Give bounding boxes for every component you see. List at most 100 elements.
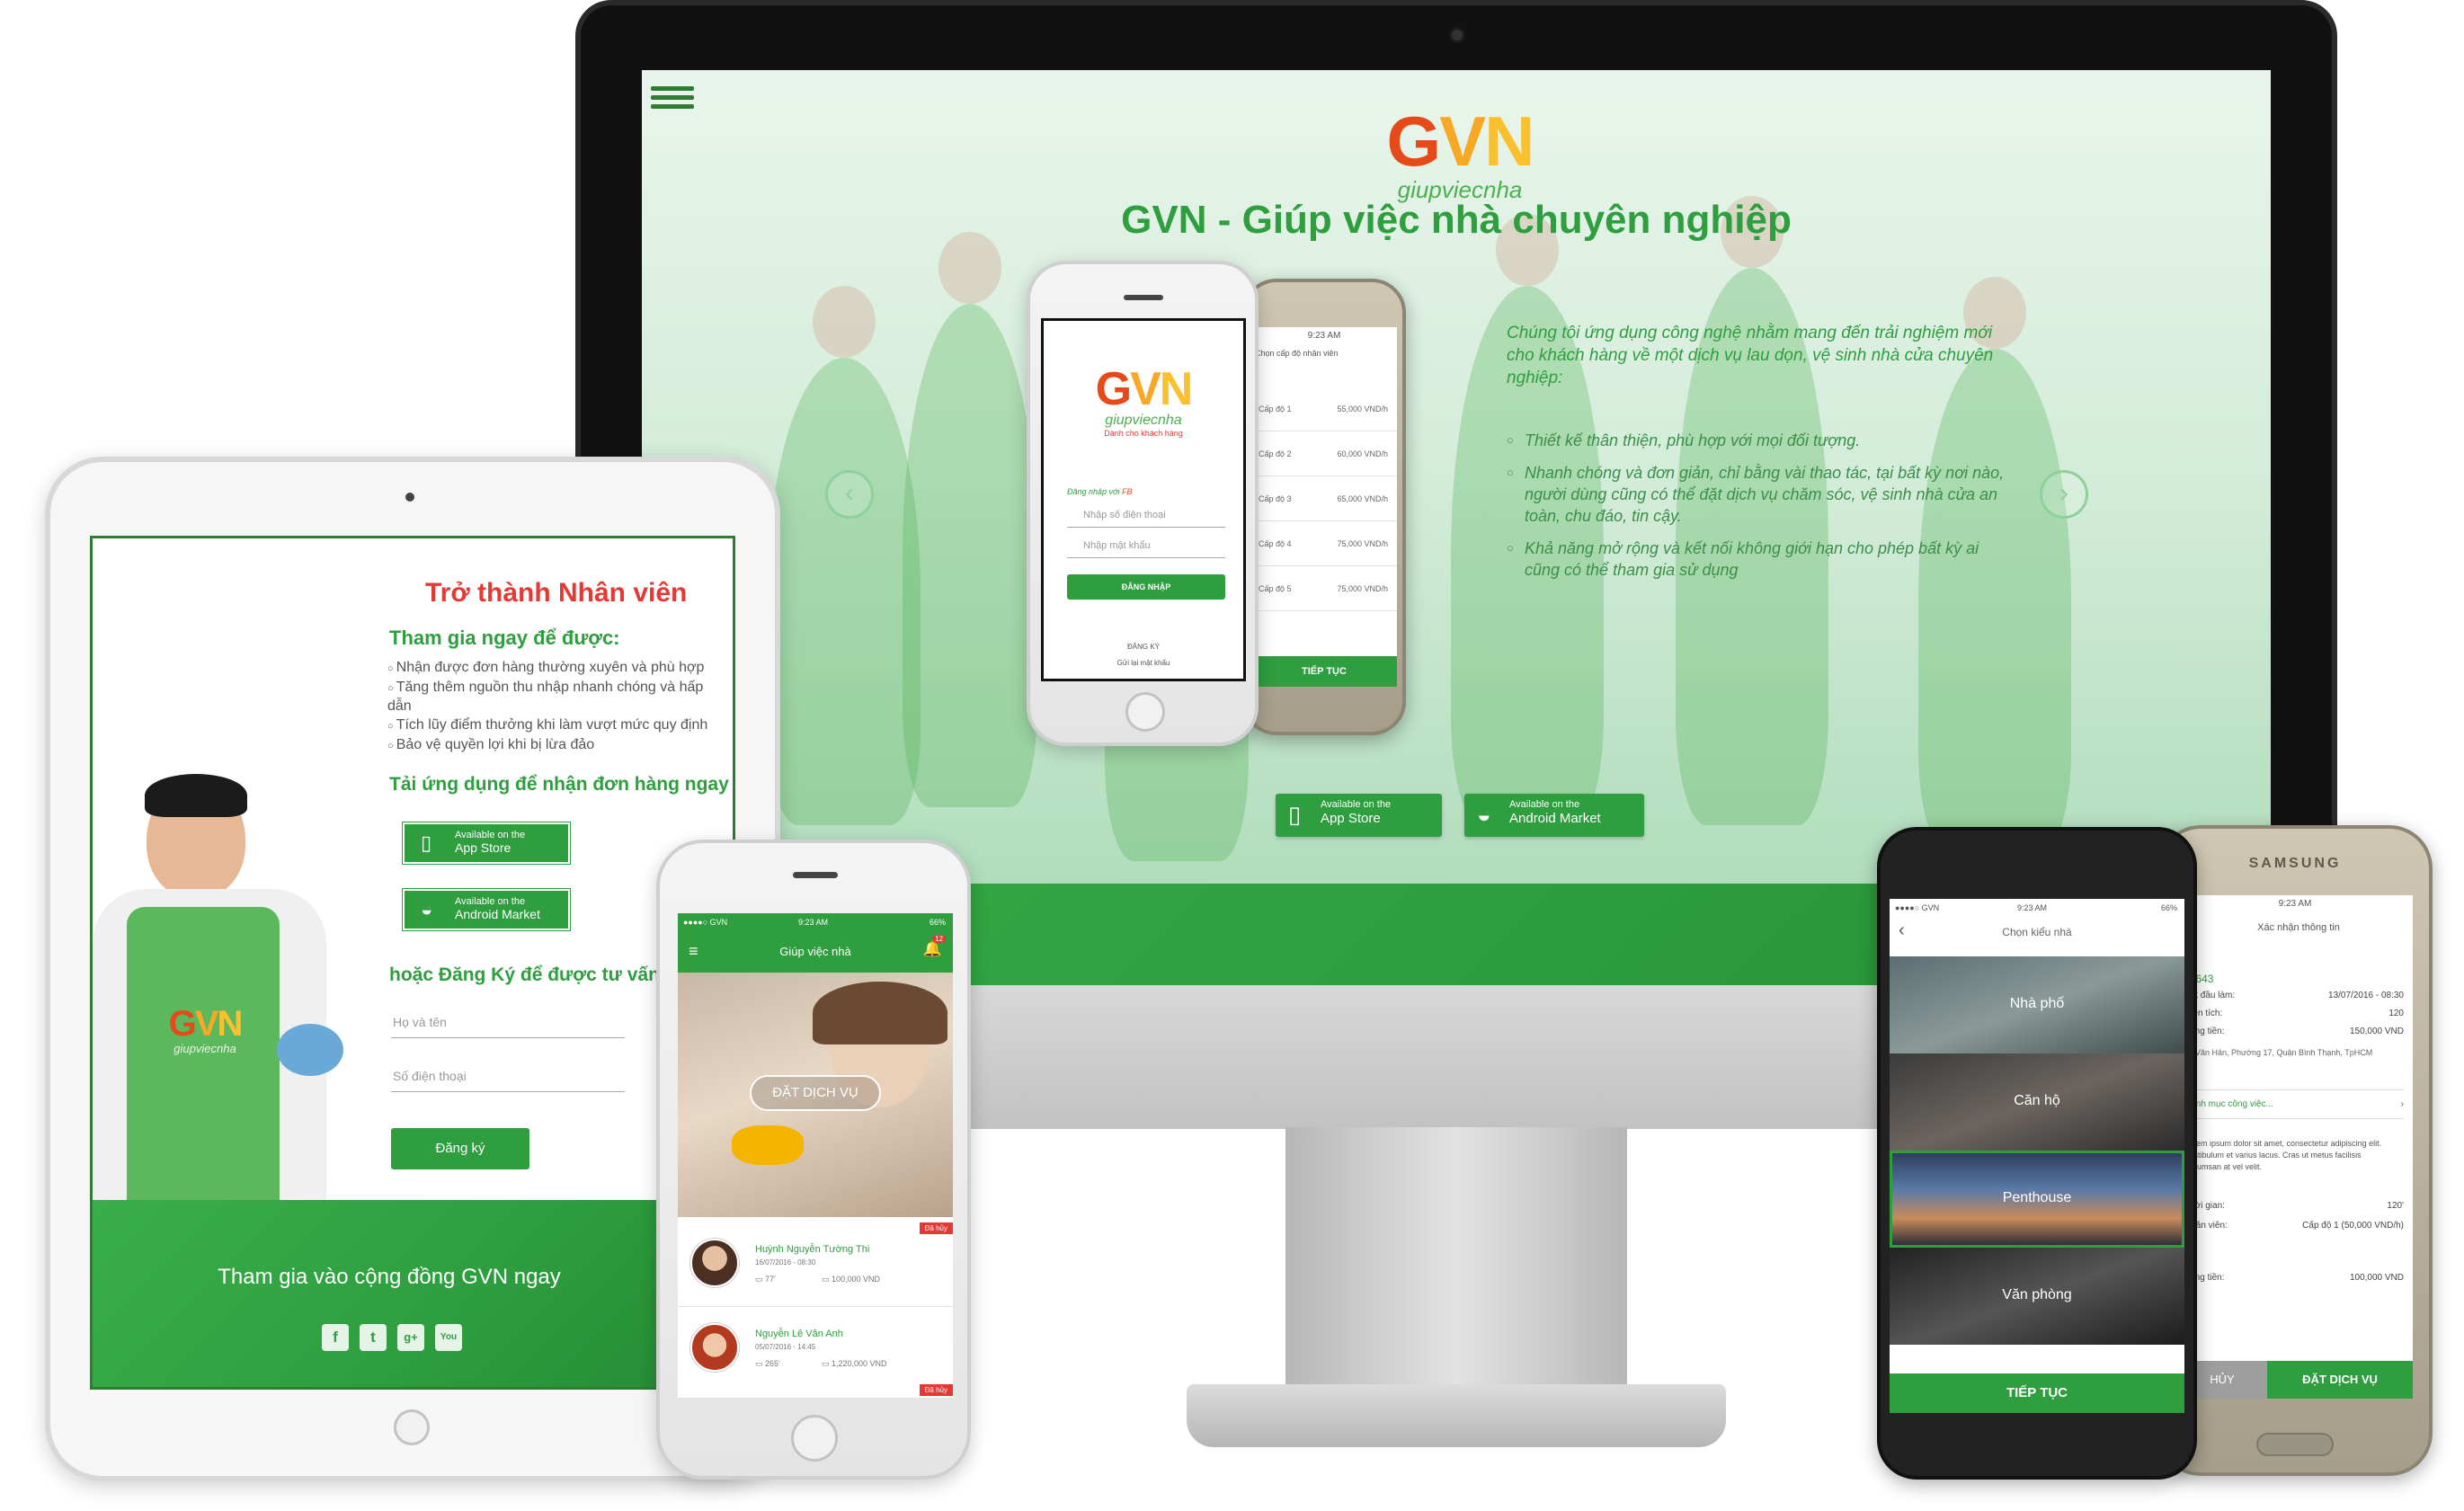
page-headline: GVN - Giúp việc nhà chuyên nghiệp <box>1121 198 1792 242</box>
continue-button[interactable]: TIẾP TỤC <box>1890 1373 2184 1413</box>
register-button[interactable]: Đăng ký <box>391 1128 529 1169</box>
level-row[interactable]: Cấp độ 4 75,000 VND/h <box>1251 521 1397 566</box>
home-button[interactable] <box>1125 692 1165 732</box>
screen-title: Chọn kiểu nhà <box>2002 926 2072 938</box>
app-title: Giúp việc nhà <box>779 945 851 958</box>
worker-figure <box>813 286 876 358</box>
order-card[interactable]: Nguyễn Lê Vân Anh 05/07/2016 - 14:45 ▭ 2… <box>678 1309 953 1399</box>
android-screen: ●●●●○ GVN 9:23 AM 66% ‹ Chọn kiểu nhà Nh… <box>1890 899 2184 1413</box>
android-icon: ◒ <box>1477 801 1491 828</box>
level-screen: 9:23 AM Chọn cấp độ nhân viên Cấp độ 1 55… <box>1251 327 1397 687</box>
bell-icon[interactable]: 🔔 <box>923 940 942 958</box>
feature-item: Nhanh chóng và đơn giản, chỉ bằng vài th… <box>1507 462 2010 527</box>
login-screen: GVN giupviecnha Dành cho khách hàng Đăng… <box>1041 318 1246 681</box>
register-link[interactable]: ĐĂNG KÝ <box>1044 643 1243 651</box>
intro-text: Chúng tôi ứng dụng công nghệ nhằm mang đ… <box>1507 324 1994 387</box>
phone-icon: ▯ <box>421 831 432 854</box>
status-badge: Đã hủy <box>919 1222 953 1234</box>
book-service-button[interactable]: ĐẶT DỊCH VỤ <box>2267 1361 2413 1399</box>
level-row[interactable]: Cấp độ 3 65,000 VND/h <box>1251 476 1397 521</box>
benefit-item: Tăng thêm nguồn thu nhập nhanh chóng và … <box>387 679 729 716</box>
continue-button[interactable]: TIẾP TỤC <box>1251 656 1397 687</box>
level-row[interactable]: Cấp độ 1 55,000 VND/h <box>1251 387 1397 431</box>
imac-stand <box>1285 1127 1627 1388</box>
status-badge: Đã hủy <box>919 1384 953 1396</box>
worker-figure <box>903 304 1037 807</box>
password-input[interactable]: Nhập mật khẩu <box>1067 540 1225 558</box>
samsung-phone: SAMSUNG 9:23 AM Xác nhận thông tin 11643… <box>2157 825 2433 1476</box>
ipad-title: Trở thành Nhân viên <box>425 578 688 608</box>
register-heading: hoặc Đăng Ký để được tư vấn t <box>389 964 672 985</box>
imac-foot <box>1187 1384 1726 1447</box>
avatar <box>690 1323 739 1372</box>
login-phone: GVN giupviecnha Dành cho khách hàng Đăng… <box>1027 261 1259 746</box>
android-market-button[interactable]: ◒ Available on the Android Market <box>402 888 571 931</box>
imac-camera <box>1449 27 1465 43</box>
hero-hair <box>813 982 947 1044</box>
house-type-option-selected[interactable]: Penthouse <box>1890 1151 2184 1248</box>
order-card[interactable]: Đã hủy Huỳnh Nguyễn Tường Thi 16/07/2016… <box>678 1222 953 1307</box>
app-header: ≡ Giúp việc nhà 🔔 12 <box>678 931 953 973</box>
login-button[interactable]: ĐĂNG NHẬP <box>1067 574 1225 600</box>
feature-item: Thiết kế thân thiện, phù hợp với mọi đối… <box>1507 430 2010 451</box>
home-button[interactable] <box>791 1415 838 1462</box>
worker-hair <box>145 774 247 817</box>
android-market-button[interactable]: ◒ Available on the Android Market <box>1464 794 1644 837</box>
samsung-screen: 9:23 AM Xác nhận thông tin 11643 Bắt đầu… <box>2177 895 2413 1399</box>
twitter-icon[interactable]: t <box>360 1324 387 1351</box>
worker-figure <box>938 232 1001 304</box>
ipad-screen: Trở thành Nhân viên Tham gia ngay để đượ… <box>90 536 735 1390</box>
benefits-heading: Tham gia ngay để được: <box>389 627 620 649</box>
name-input[interactable]: Họ và tên <box>391 1015 625 1038</box>
android-phone: ●●●●○ GVN 9:23 AM 66% ‹ Chọn kiểu nhà Nh… <box>1877 827 2197 1480</box>
app-store-button[interactable]: ▯ Available on the App Store <box>402 822 571 865</box>
samsung-home-button[interactable] <box>2256 1433 2334 1456</box>
apron-logo: GVN giupviecnha <box>168 1004 244 1055</box>
youtube-icon[interactable]: You <box>435 1324 462 1351</box>
forgot-password-link[interactable]: Gửi lại mật khẩu <box>1044 659 1243 667</box>
notification-badge: 12 <box>932 935 946 943</box>
address: Lý Văn Hân, Phường 17, Quận Bình Thạnh, … <box>2184 1048 2373 1057</box>
benefit-item: Tích lũy điểm thưởng khi làm vượt mức qu… <box>387 716 729 735</box>
carousel-next-icon[interactable]: › <box>2040 470 2088 519</box>
chevron-right-icon: › <box>2400 1099 2404 1109</box>
gvn-logo: GVN giupviecnha Dành cho khách hàng <box>1095 363 1194 438</box>
google-plus-icon[interactable]: g+ <box>397 1324 424 1351</box>
benefit-item: Nhận được đơn hàng thường xuyên và phù h… <box>387 659 729 678</box>
worker-figure <box>1918 349 2071 852</box>
tasks-link[interactable]: Danh mục công việc... › <box>2184 1089 2404 1119</box>
house-type-option[interactable]: Văn phòng <box>1890 1248 2184 1345</box>
benefit-item: Bảo vệ quyền lợi khi bị lừa đảo <box>387 736 729 755</box>
status-bar: ●●●●○ GVN 9:23 AM 66% <box>678 913 953 931</box>
book-service-button[interactable]: ĐẶT DỊCH VỤ <box>750 1075 881 1111</box>
app-store-button[interactable]: ▯ Available on the App Store <box>1276 794 1442 837</box>
center-iphone: ●●●●○ GVN 9:23 AM 66% ≡ Giúp việc nhà 🔔 … <box>656 840 971 1480</box>
community-text: Tham gia vào cộng đồng GVN ngay <box>218 1265 561 1289</box>
phone-input[interactable]: Số điện thoại <box>391 1069 625 1092</box>
house-type-option[interactable]: Căn hộ <box>1890 1053 2184 1151</box>
download-heading: Tải ứng dụng để nhận đơn hàng ngay <box>389 774 729 795</box>
phone-icon: ▯ <box>1288 801 1302 828</box>
gvn-logo: GVN giupviecnha <box>1379 106 1541 204</box>
facebook-icon[interactable]: f <box>322 1324 349 1351</box>
worker-figure <box>768 358 921 825</box>
feature-list: Thiết kế thân thiện, phù hợp với mọi đối… <box>1507 430 2010 591</box>
center-iphone-screen: ●●●●○ GVN 9:23 AM 66% ≡ Giúp việc nhà 🔔 … <box>678 913 953 1399</box>
samsung-brand: SAMSUNG <box>2248 856 2342 871</box>
avatar <box>690 1239 739 1287</box>
level-row[interactable]: Cấp độ 5 75,000 VND/h <box>1251 566 1397 611</box>
status-bar: ●●●●○ GVN 9:23 AM 66% <box>1895 903 2177 912</box>
hamburger-menu-icon[interactable] <box>642 70 705 133</box>
screen-title: Xác nhận thông tin <box>2257 922 2340 933</box>
level-row[interactable]: Cấp độ 2 60,000 VND/h <box>1251 431 1397 476</box>
house-type-option[interactable]: Nhà phố <box>1890 956 2184 1053</box>
phone-input[interactable]: Nhập số điện thoại <box>1067 510 1225 528</box>
android-icon: ◒ <box>421 898 433 920</box>
feature-item: Khả năng mở rộng và kết nối không giới h… <box>1507 538 2010 581</box>
community-footer: Tham gia vào cộng đồng GVN ngay f t g+ Y… <box>93 1200 733 1387</box>
note: Lorem ipsum dolor sit amet, consectetur … <box>2184 1139 2382 1171</box>
carousel-prev-icon[interactable]: ‹ <box>825 470 874 519</box>
ipad-home-button[interactable] <box>394 1409 430 1445</box>
login-with-label: Đăng nhập với FB <box>1067 487 1133 496</box>
cleaning-sponge <box>277 1024 343 1076</box>
